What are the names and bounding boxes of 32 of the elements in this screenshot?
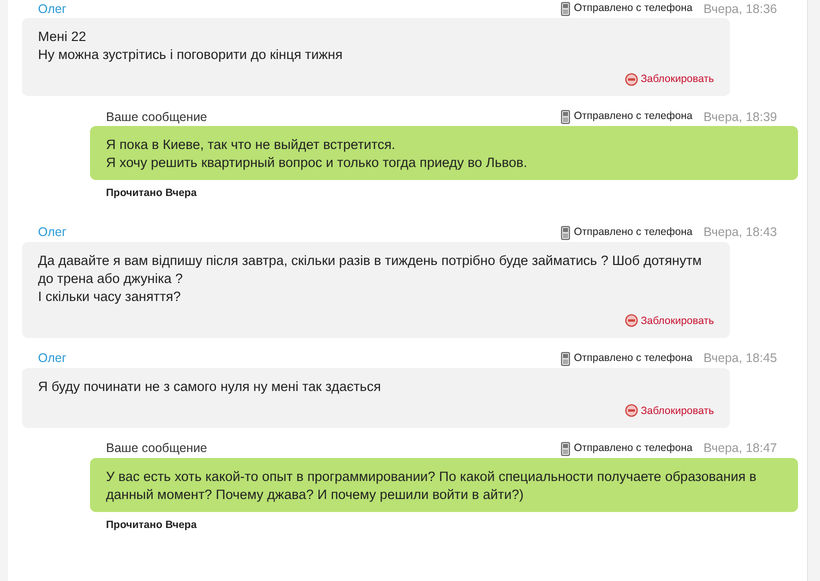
sent-via-label: Отправлено с телефона xyxy=(574,1,692,16)
read-status: Прочитано Вчера xyxy=(106,186,198,201)
sender-link[interactable]: Олег xyxy=(38,0,66,18)
block-icon xyxy=(624,404,638,418)
sender-label: Ваше сообщение xyxy=(106,440,208,458)
sender-link[interactable]: Олег xyxy=(38,223,66,242)
phone-icon xyxy=(560,442,570,456)
timestamp: Вчера, 18:43 xyxy=(703,224,777,242)
sent-via-label: Отправлено с телефона xyxy=(574,440,692,456)
block-link[interactable]: Заблокировать xyxy=(624,402,714,420)
message-text: Мені 22 Ну можна зустрітись і поговорити до кінця тижня xyxy=(38,28,344,64)
timestamp: Вчера, 18:45 xyxy=(703,350,777,368)
message-text: Я пока в Киеве, так что не выйдет встретится. Я хочу решить квартирный вопрос и только тогда приеду во Львов. xyxy=(106,136,528,172)
message-text: Я буду починати не з самого нуля ну мені так здається xyxy=(38,378,382,396)
sent-via-label: Отправлено с телефона xyxy=(574,109,692,124)
block-link[interactable]: Заблокировать xyxy=(624,70,714,88)
sent-via-label: Отправлено с телефона xyxy=(574,224,692,240)
block-link[interactable]: Заблокировать xyxy=(624,312,714,330)
sender-label: Ваше сообщение xyxy=(106,108,208,126)
phone-icon xyxy=(560,352,570,366)
block-icon xyxy=(624,72,638,86)
timestamp: Вчера, 18:39 xyxy=(703,108,777,126)
message-text: Да давайте я вам відпишу після завтра, скільки разів в тиждень потрібно буде займатись ? Шоб дотянутм до трена або джуніка ? І скільки часу заняття? xyxy=(38,252,703,306)
phone-icon xyxy=(560,226,570,240)
timestamp: Вчера, 18:36 xyxy=(703,0,777,18)
sender-link[interactable]: Олег xyxy=(38,349,66,368)
timestamp: Вчера, 18:47 xyxy=(703,440,777,458)
phone-icon xyxy=(560,110,570,124)
block-icon xyxy=(624,314,638,328)
read-status: Прочитано Вчера xyxy=(106,518,198,533)
message-text: У вас есть хоть какой-то опыт в программировании? По какой специальности получаете образования в данный момент? Почему джава? И почему решили войти в айти?) xyxy=(106,468,758,504)
sent-via-label: Отправлено с телефона xyxy=(574,350,692,366)
